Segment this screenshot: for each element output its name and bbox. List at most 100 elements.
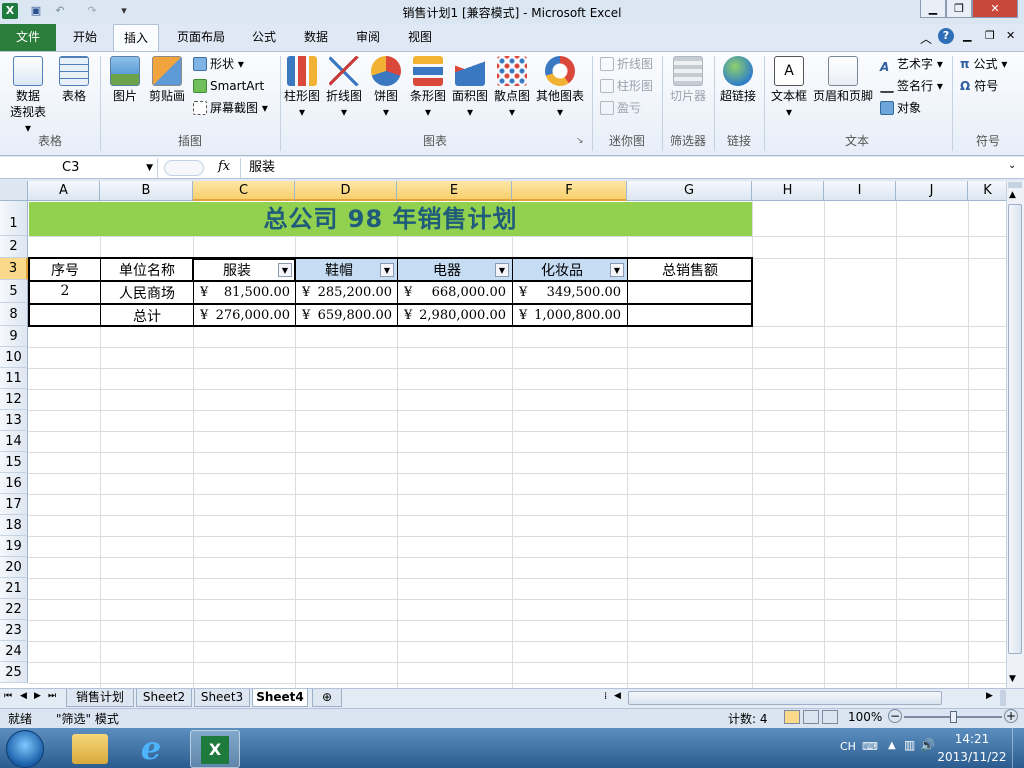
row-header-9[interactable]: 9: [0, 326, 28, 347]
page-break-view-icon[interactable]: [822, 710, 838, 724]
column-chart-button[interactable]: 柱形图 ▾: [282, 56, 322, 120]
scroll-right-icon[interactable]: ▶: [986, 691, 993, 701]
sheet-title-cell[interactable]: 总公司 98 年销售计划: [29, 202, 752, 236]
prev-sheet-icon[interactable]: ◀: [20, 691, 27, 701]
cell-b8[interactable]: 总计: [101, 306, 193, 326]
row-header-23[interactable]: 23: [0, 620, 28, 641]
pivot-table-button[interactable]: 数据 透视表 ▾: [6, 56, 50, 136]
filter-applied-button[interactable]: ▼: [380, 263, 394, 277]
horizontal-scroll-thumb[interactable]: [628, 691, 942, 705]
tab-home[interactable]: 开始: [62, 24, 108, 51]
header-unit-name[interactable]: 单位名称: [101, 260, 193, 280]
wordart-button[interactable]: A 艺术字 ▾: [880, 54, 943, 74]
slicer-button[interactable]: 切片器: [666, 56, 710, 104]
sparkline-column-button[interactable]: 柱形图: [600, 76, 653, 96]
name-box[interactable]: C3 ▼: [0, 158, 158, 178]
restore-button[interactable]: ❐: [946, 0, 972, 18]
filter-dropdown-button[interactable]: ▼: [610, 263, 624, 277]
sparkline-line-button[interactable]: 折线图: [600, 54, 653, 74]
row-header-14[interactable]: 14: [0, 431, 28, 452]
row-header-11[interactable]: 11: [0, 368, 28, 389]
shapes-button[interactable]: 形状 ▾: [193, 54, 244, 74]
volume-icon[interactable]: 🔊: [920, 738, 935, 752]
tab-split-handle[interactable]: ⁞: [604, 691, 607, 702]
sheet-tab-sales-plan[interactable]: 销售计划: [66, 689, 134, 707]
cell-c5[interactable]: 81,500.00: [210, 285, 290, 300]
row-header-3[interactable]: 3: [0, 258, 28, 280]
row-header-25[interactable]: 25: [0, 662, 28, 683]
sparkline-winloss-button[interactable]: 盈亏: [600, 98, 641, 118]
insert-sheet-icon[interactable]: ⊕: [312, 689, 342, 707]
zoom-in-icon[interactable]: +: [1004, 709, 1018, 723]
other-charts-button[interactable]: 其他图表 ▾: [534, 56, 586, 120]
clock-date[interactable]: 2013/11/22: [936, 750, 1008, 764]
sheet-tab-sheet3[interactable]: Sheet3: [194, 689, 250, 707]
equation-button[interactable]: π 公式 ▾: [960, 54, 1007, 74]
cell-b5[interactable]: 人民商场: [101, 283, 193, 303]
chevron-down-icon[interactable]: ▼: [146, 158, 153, 178]
show-desktop-button[interactable]: [1012, 728, 1024, 768]
language-indicator[interactable]: CH: [840, 740, 856, 753]
formula-bar-resize-handle[interactable]: [164, 160, 204, 176]
last-sheet-icon[interactable]: ⏭: [48, 691, 56, 701]
normal-view-icon[interactable]: [784, 710, 800, 724]
row-header-2[interactable]: 2: [0, 236, 28, 258]
column-header-h[interactable]: H: [752, 181, 824, 201]
charts-dialog-launcher-icon[interactable]: ↘: [576, 136, 584, 146]
table-button[interactable]: 表格: [54, 56, 94, 104]
filter-dropdown-button[interactable]: ▼: [278, 263, 292, 277]
expand-formula-bar-icon[interactable]: ⌄: [1008, 160, 1016, 171]
row-header-18[interactable]: 18: [0, 515, 28, 536]
excel-taskbar-icon[interactable]: X: [190, 730, 240, 768]
scroll-left-icon[interactable]: ◀: [614, 691, 621, 701]
column-header-k[interactable]: K: [968, 181, 1006, 201]
network-icon[interactable]: ▥: [904, 738, 915, 752]
signature-line-button[interactable]: 签名行 ▾: [880, 76, 943, 96]
column-header-b[interactable]: B: [100, 181, 193, 201]
file-explorer-icon[interactable]: [72, 734, 108, 764]
column-header-j[interactable]: J: [896, 181, 968, 201]
tab-page-layout[interactable]: 页面布局: [170, 24, 232, 51]
minimize-button[interactable]: ▁: [920, 0, 946, 18]
insert-function-icon[interactable]: fx: [218, 159, 230, 174]
row-header-24[interactable]: 24: [0, 641, 28, 662]
pie-chart-button[interactable]: 饼图 ▾: [366, 56, 406, 120]
keyboard-icon[interactable]: ⌨: [862, 740, 878, 753]
header-seq[interactable]: 序号: [30, 260, 100, 280]
tab-data[interactable]: 数据: [296, 24, 336, 51]
show-hidden-icons[interactable]: ▲: [888, 740, 896, 751]
column-header-e[interactable]: E: [397, 181, 512, 201]
column-header-c[interactable]: C: [193, 181, 295, 201]
close-button[interactable]: ✕: [972, 0, 1018, 18]
sheet-tab-sheet2[interactable]: Sheet2: [136, 689, 192, 707]
row-header-15[interactable]: 15: [0, 452, 28, 473]
row-header-10[interactable]: 10: [0, 347, 28, 368]
cell-d8[interactable]: 659,800.00: [312, 308, 392, 323]
row-header-1[interactable]: 1: [0, 201, 28, 236]
row-header-13[interactable]: 13: [0, 410, 28, 431]
column-header-i[interactable]: I: [824, 181, 896, 201]
zoom-level[interactable]: 100%: [848, 710, 882, 724]
internet-explorer-icon[interactable]: e: [134, 732, 168, 766]
header-shoes-hats[interactable]: 鞋帽: [296, 260, 382, 280]
doc-close-icon[interactable]: ✕: [1006, 29, 1015, 42]
cell-d5[interactable]: 285,200.00: [312, 285, 392, 300]
symbol-button[interactable]: Ω 符号: [960, 76, 998, 96]
zoom-out-icon[interactable]: −: [888, 709, 902, 723]
row-header-8[interactable]: 8: [0, 303, 28, 326]
row-header-5[interactable]: 5: [0, 280, 28, 303]
row-header-21[interactable]: 21: [0, 578, 28, 599]
page-layout-view-icon[interactable]: [803, 710, 819, 724]
column-header-f[interactable]: F: [512, 181, 627, 201]
object-button[interactable]: 对象: [880, 98, 921, 118]
column-header-g[interactable]: G: [627, 181, 752, 201]
doc-minimize-icon[interactable]: ▁: [963, 29, 971, 42]
scatter-chart-button[interactable]: 散点图 ▾: [492, 56, 532, 120]
worksheet-grid[interactable]: A B C D E F G H I J K 1 2 3 5 8 9 10 11 …: [0, 181, 1006, 688]
row-header-19[interactable]: 19: [0, 536, 28, 557]
row-header-12[interactable]: 12: [0, 389, 28, 410]
collapse-ribbon-icon[interactable]: ︿: [920, 30, 932, 47]
header-appliances[interactable]: 电器: [398, 260, 496, 280]
cell-c8[interactable]: 276,000.00: [210, 308, 290, 323]
start-button-icon[interactable]: [6, 730, 44, 768]
